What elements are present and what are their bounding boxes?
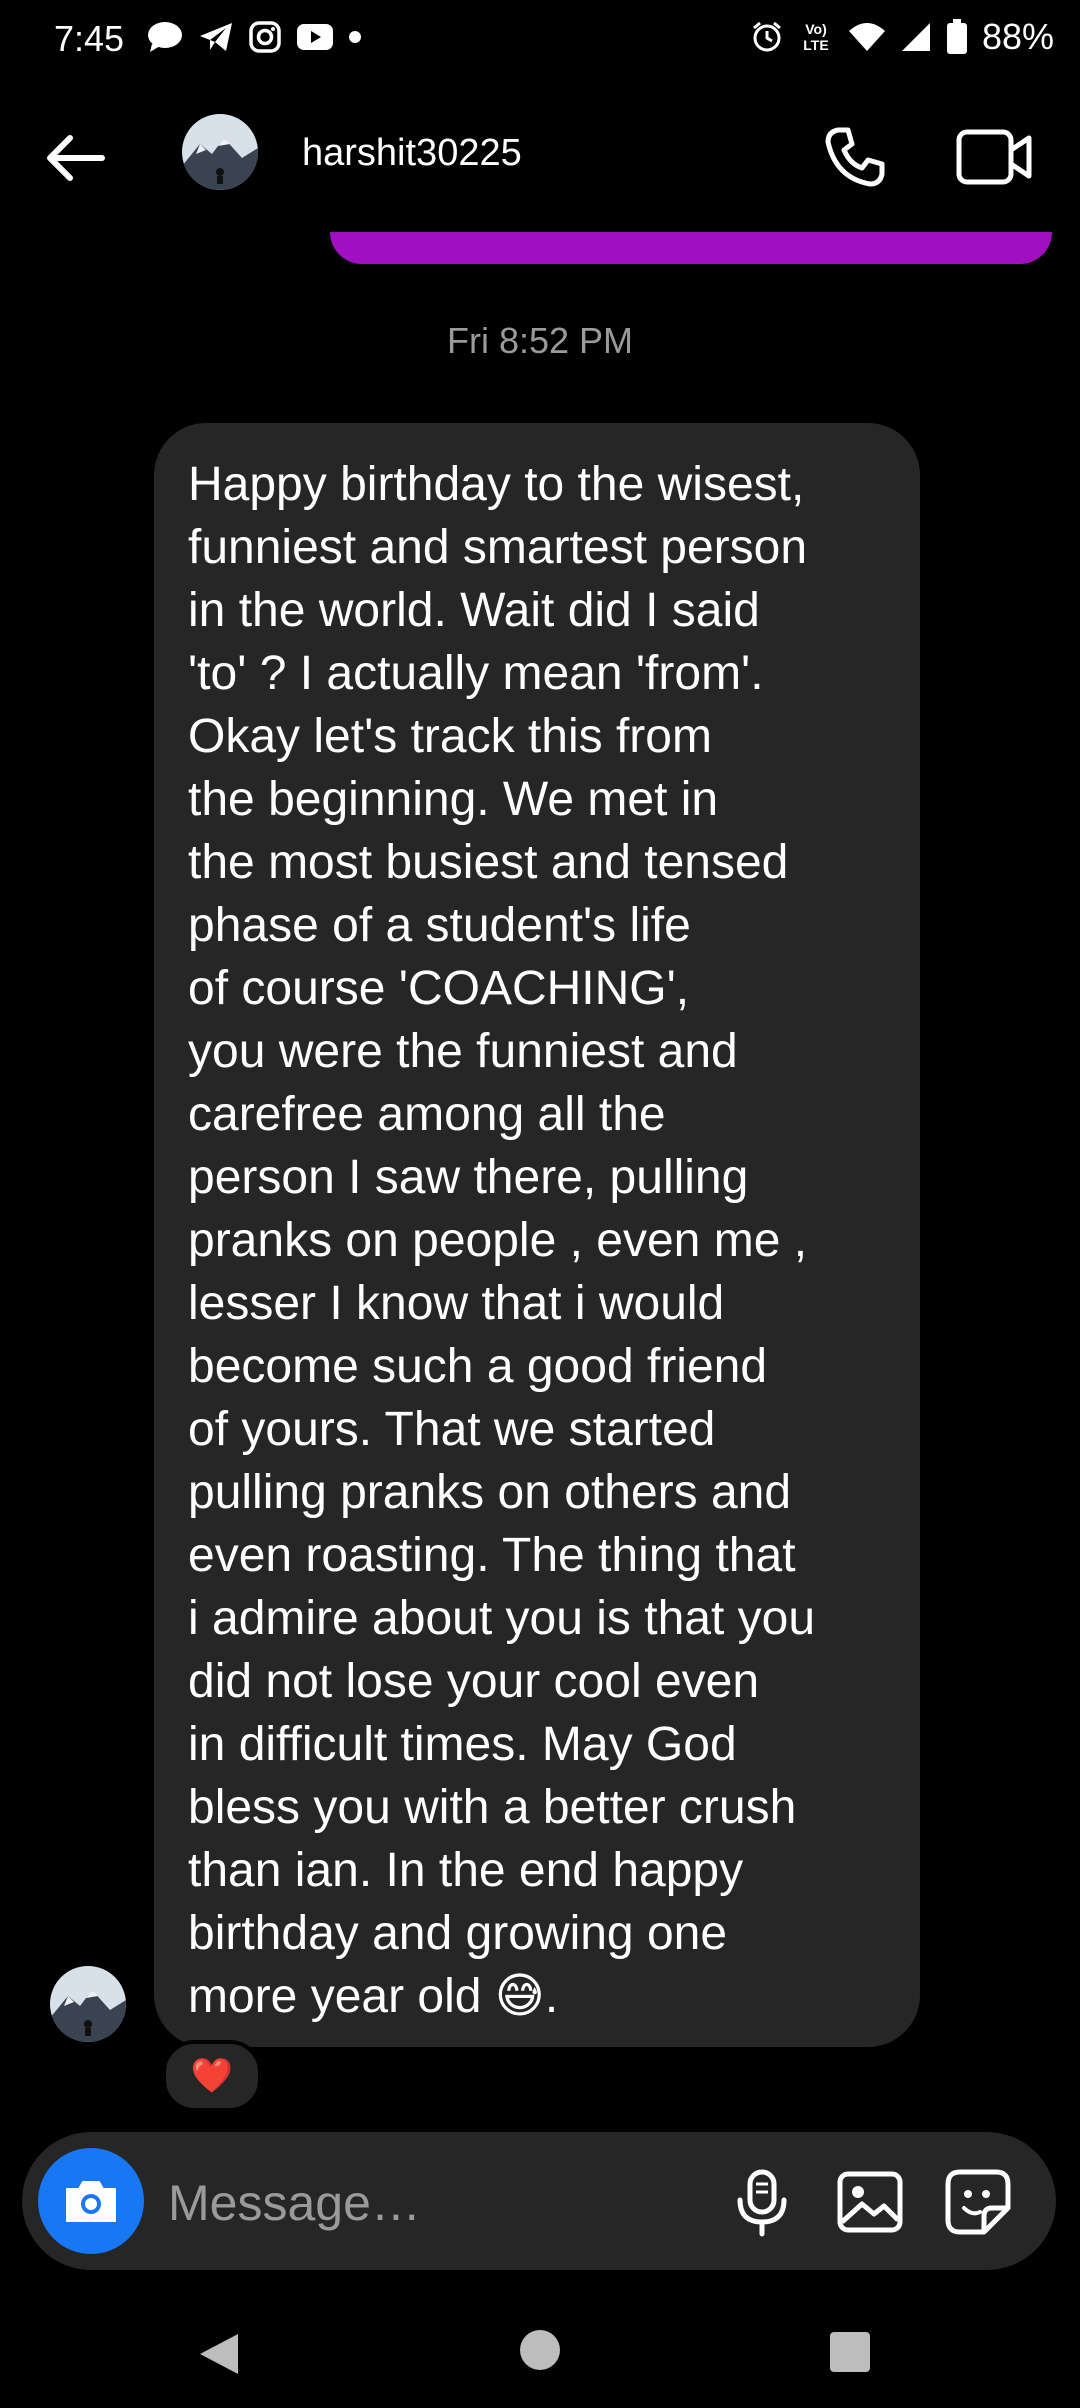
svg-text:LTE: LTE [803,37,828,53]
heart-icon: ❤️ [190,2057,234,2095]
image-icon [837,2171,903,2233]
avatar[interactable] [182,114,258,190]
sticker-button[interactable] [938,2162,1018,2242]
triangle-back-icon [200,2334,238,2374]
system-icons: Vo) LTE 88% [750,16,1054,58]
system-nav-bar [0,2300,1080,2408]
notification-icons [146,20,362,54]
status-time: 7:45 [54,18,125,59]
message-text: Happy birthday to the wisest, funniest a… [188,458,816,2023]
voice-call-button[interactable] [820,122,890,192]
heart-reaction[interactable]: ❤️ [162,2040,262,2112]
profile-photo [182,114,258,190]
dot-icon [348,30,362,44]
received-message-bubble[interactable]: Happy birthday to the wisest, funniest a… [154,423,920,2047]
message-timestamp: Fri 8:52 PM [446,320,634,361]
video-camera-icon [956,129,1032,185]
battery-percentage: 88% [981,16,1054,57]
battery-icon [946,19,968,55]
message-icon [146,20,184,54]
sender-avatar[interactable] [50,1966,126,2042]
youtube-icon [296,22,334,52]
camera-icon [66,2181,116,2222]
alarm-icon [750,20,784,54]
nav-home-button[interactable] [520,2330,560,2370]
message-input[interactable] [166,2162,730,2244]
nav-back-button[interactable] [196,2330,242,2383]
sent-message-bubble[interactable] [330,232,1052,264]
gallery-button[interactable] [830,2162,910,2242]
video-call-button[interactable] [955,122,1035,192]
nav-recents-button[interactable] [830,2332,870,2372]
camera-button[interactable] [38,2148,144,2254]
arrow-left-icon [47,135,105,181]
wifi-icon [848,21,886,53]
instagram-icon [248,20,282,54]
phone-icon [825,127,885,187]
chat-username[interactable]: harshit30225 [302,132,522,175]
back-button[interactable] [40,128,116,192]
microphone-button[interactable] [722,2162,802,2242]
sticker-icon [945,2169,1011,2235]
microphone-icon [737,2169,787,2237]
svg-text:Vo): Vo) [805,21,827,37]
signal-icon [900,21,932,53]
status-bar: 7:45 Vo) LTE 88% [0,0,1080,80]
telegram-icon [198,20,234,54]
volte-icon: Vo) LTE [798,20,834,54]
message-composer [22,2132,1056,2270]
profile-photo [50,1966,126,2042]
